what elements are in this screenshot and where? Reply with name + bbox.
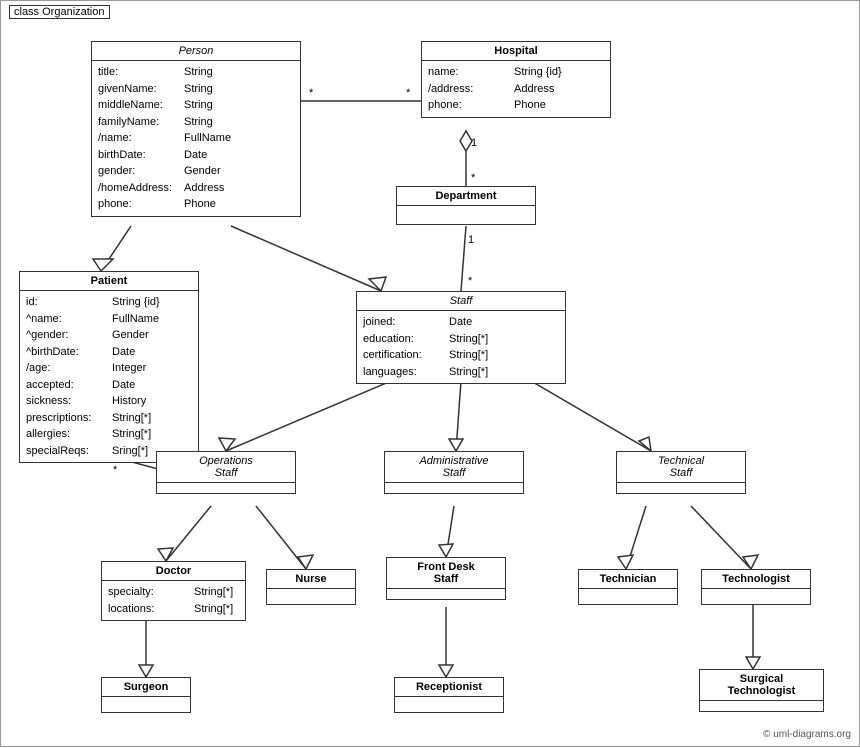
department-class: Department	[396, 186, 536, 225]
hospital-class: Hospital name:String {id} /address:Addre…	[421, 41, 611, 118]
svg-text:1: 1	[468, 234, 474, 246]
department-header: Department	[397, 187, 535, 206]
diagram-container: class Organization * * 1 * 1 * *	[0, 0, 860, 747]
surgeon-body	[102, 697, 190, 712]
diagram-title: class Organization	[9, 5, 110, 19]
surgical-technologist-class: SurgicalTechnologist	[699, 669, 824, 712]
staff-body: joined:Date education:String[*] certific…	[357, 311, 565, 383]
surgical-technologist-header: SurgicalTechnologist	[700, 670, 823, 701]
technical-staff-header: TechnicalStaff	[617, 452, 745, 483]
administrative-staff-body	[385, 483, 523, 493]
operations-staff-class: OperationsStaff	[156, 451, 296, 494]
technologist-body	[702, 589, 810, 604]
person-body: title:String givenName:String middleName…	[92, 61, 300, 216]
technician-body	[579, 589, 677, 604]
operations-staff-header: OperationsStaff	[157, 452, 295, 483]
copyright: © uml-diagrams.org	[763, 729, 851, 740]
person-header: Person	[92, 42, 300, 61]
svg-text:*: *	[113, 464, 118, 476]
svg-text:*: *	[309, 87, 314, 99]
doctor-class: Doctor specialty:String[*] locations:Str…	[101, 561, 246, 621]
technical-staff-body	[617, 483, 745, 493]
patient-class: Patient id:String {id} ^name:FullName ^g…	[19, 271, 199, 463]
surgical-technologist-body	[700, 701, 823, 711]
receptionist-body	[395, 697, 503, 712]
technician-header: Technician	[579, 570, 677, 589]
svg-text:*: *	[471, 172, 476, 184]
surgeon-header: Surgeon	[102, 678, 190, 697]
department-body	[397, 206, 535, 224]
technologist-class: Technologist	[701, 569, 811, 605]
staff-class: Staff joined:Date education:String[*] ce…	[356, 291, 566, 384]
staff-header: Staff	[357, 292, 565, 311]
nurse-body	[267, 589, 355, 604]
surgeon-class: Surgeon	[101, 677, 191, 713]
front-desk-staff-class: Front DeskStaff	[386, 557, 506, 600]
nurse-header: Nurse	[267, 570, 355, 589]
doctor-body: specialty:String[*] locations:String[*]	[102, 581, 245, 620]
patient-body: id:String {id} ^name:FullName ^gender:Ge…	[20, 291, 198, 462]
technologist-header: Technologist	[702, 570, 810, 589]
front-desk-staff-body	[387, 589, 505, 599]
svg-text:*: *	[406, 87, 411, 99]
doctor-header: Doctor	[102, 562, 245, 581]
hospital-body: name:String {id} /address:Address phone:…	[422, 61, 610, 117]
administrative-staff-header: AdministrativeStaff	[385, 452, 523, 483]
technician-class: Technician	[578, 569, 678, 605]
technical-staff-class: TechnicalStaff	[616, 451, 746, 494]
receptionist-class: Receptionist	[394, 677, 504, 713]
hospital-header: Hospital	[422, 42, 610, 61]
svg-text:1: 1	[471, 137, 477, 149]
patient-header: Patient	[20, 272, 198, 291]
receptionist-header: Receptionist	[395, 678, 503, 697]
person-class: Person title:String givenName:String mid…	[91, 41, 301, 217]
administrative-staff-class: AdministrativeStaff	[384, 451, 524, 494]
svg-text:*: *	[468, 275, 473, 287]
front-desk-staff-header: Front DeskStaff	[387, 558, 505, 589]
operations-staff-body	[157, 483, 295, 493]
nurse-class: Nurse	[266, 569, 356, 605]
